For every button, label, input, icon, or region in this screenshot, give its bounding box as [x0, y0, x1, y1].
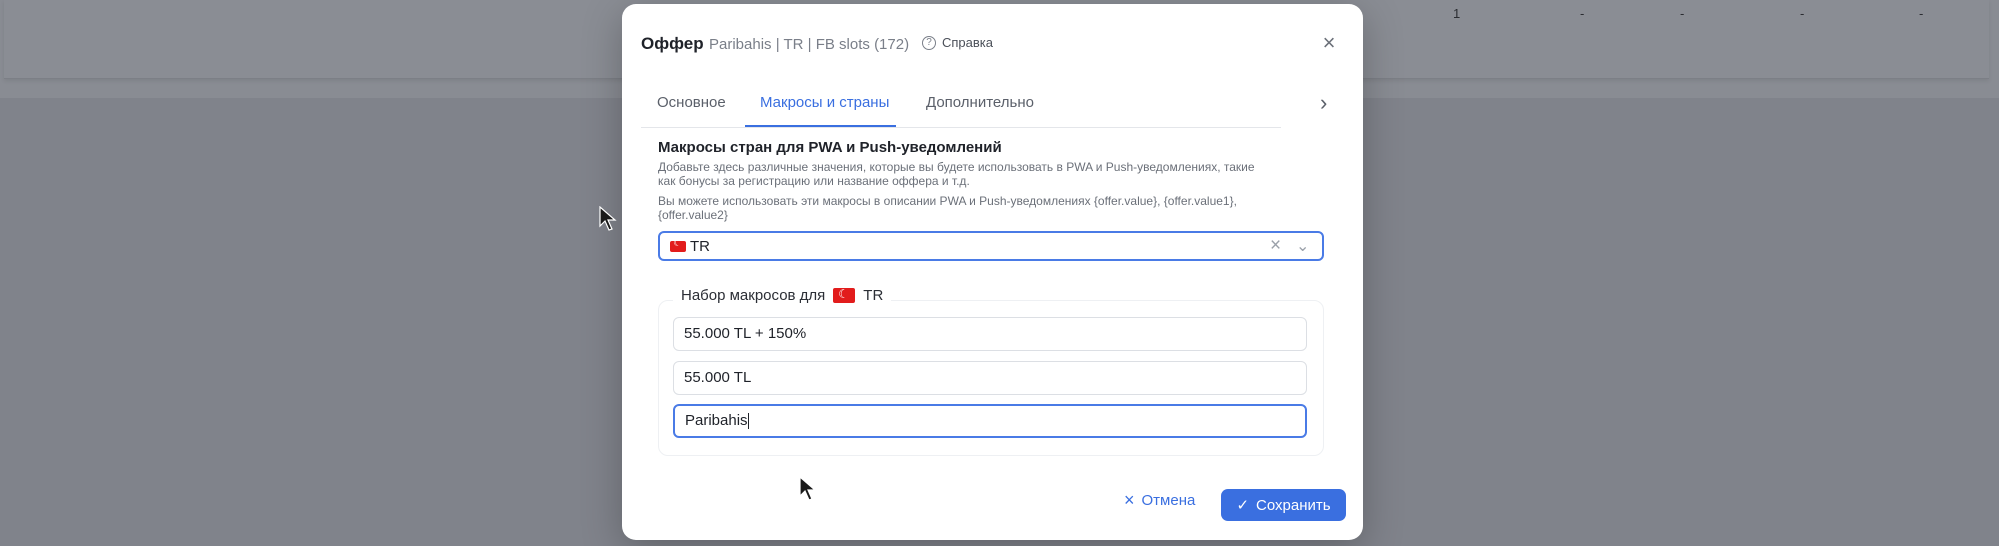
turkey-flag-icon [833, 287, 856, 303]
macro-set-legend: Набор макросов для TR [673, 287, 892, 304]
save-label: Сохранить [1256, 496, 1331, 514]
tabs-divider [641, 127, 1281, 128]
section-description: {offer.value2} [658, 208, 728, 222]
macro-value2-input[interactable]: Paribahis [673, 404, 1307, 438]
tab-macros-countries[interactable]: Макросы и страны [760, 94, 889, 111]
tab-additional[interactable]: Дополнительно [926, 94, 1034, 111]
macro-set-legend-label: Набор макросов для [681, 287, 826, 304]
modal-subtitle: Paribahis | TR | FB slots (172) [709, 36, 910, 53]
close-icon: × [1124, 490, 1135, 510]
chevron-right-icon[interactable]: › [1320, 90, 1327, 116]
text-caret [747, 413, 749, 430]
save-button[interactable]: ✓ Сохранить [1221, 489, 1346, 521]
country-select[interactable]: TR × ⌄ [658, 231, 1324, 261]
macro-value-input[interactable]: 55.000 TL + 150% [673, 317, 1307, 351]
help-icon: ? [922, 35, 936, 50]
macro-set-group: Набор макросов для TR 55.000 TL + 150% 5… [658, 287, 1324, 456]
macro-set-country: TR [863, 287, 884, 304]
modal-title: Оффер [641, 34, 704, 53]
background-cell: - [1800, 6, 1805, 21]
section-description: Вы можете использовать эти макросы в опи… [658, 194, 1237, 208]
close-icon[interactable]: × [1318, 32, 1340, 54]
clear-icon[interactable]: × [1270, 235, 1281, 257]
background-cell: - [1580, 6, 1585, 21]
country-select-value: TR [690, 238, 710, 255]
help-link[interactable]: ? Справка [922, 35, 993, 50]
mouse-cursor-icon [799, 476, 817, 501]
cancel-button[interactable]: × Отмена [1124, 490, 1195, 511]
tabs-bar: Основное Макросы и страны Дополнительно … [622, 88, 1363, 128]
turkey-flag-icon [670, 238, 686, 252]
background-cell: - [1680, 6, 1685, 21]
mouse-cursor-icon [599, 206, 617, 231]
chevron-down-icon[interactable]: ⌄ [1296, 236, 1309, 256]
active-tab-indicator [745, 125, 896, 127]
background-cell: - [1919, 6, 1924, 21]
offer-modal: Оффер Paribahis | TR | FB slots (172) ? … [622, 4, 1363, 540]
cancel-label: Отмена [1141, 492, 1196, 509]
section-title: Макросы стран для PWA и Push-уведомлений [658, 139, 1002, 156]
macro-value1-input[interactable]: 55.000 TL [673, 361, 1307, 395]
macro-value2-text: Paribahis [685, 412, 748, 429]
section-description: Добавьте здесь различные значения, котор… [658, 160, 1255, 174]
help-label: Справка [942, 35, 993, 50]
check-icon: ✓ [1236, 497, 1250, 514]
background-cell: 1 [1453, 6, 1461, 21]
section-description: как бонусы за регистрацию или название о… [658, 174, 970, 188]
tab-basic[interactable]: Основное [657, 94, 726, 111]
